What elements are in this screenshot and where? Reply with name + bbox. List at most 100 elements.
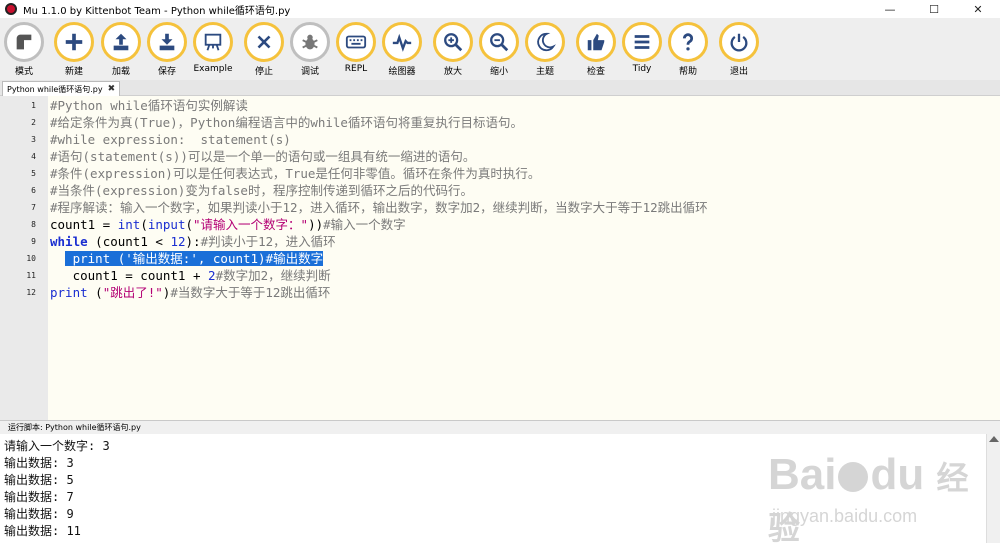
code-line-12: print ("跳出了!")#当数字大于等于12跳出循环 [50, 284, 330, 301]
code-line-11: count1 = count1 + 2#数字加2，继续判断 [50, 267, 331, 284]
code-text: ( [140, 217, 148, 232]
stop-label: 停止 [254, 67, 273, 77]
number-literal: 2 [208, 268, 216, 283]
debug-button[interactable]: 调试 [286, 22, 334, 80]
output-line: 输出数据: 3 [4, 456, 74, 470]
power-icon [719, 22, 759, 62]
theme-button[interactable]: 主题 [521, 22, 569, 80]
output-line: 输出数据: 5 [4, 473, 74, 487]
builtin-print: print [50, 285, 88, 300]
code-line-4: #语句(statement(s))可以是一个单一的语句或一组具有统一缩进的语句。 [50, 148, 475, 165]
toolbar: 模式 新建 加载 保存 Example 停止 调试 REPL 绘图器 放大 缩小… [0, 18, 1000, 80]
maximize-button[interactable]: ☐ [912, 0, 956, 18]
code-line-5: #条件(expression)可以是任何表达式，True是任何非零值。循环在条件… [50, 165, 540, 182]
output-line: 输出数据: 7 [4, 490, 74, 504]
keyboard-icon [336, 22, 376, 62]
comment: #条件(expression)可以是任何表达式，True是任何非零值。循环在条件… [50, 166, 541, 181]
line-number: 6 [31, 186, 36, 195]
comment: #当条件(expression)变为false时，程序控制传递到循环之后的代码行… [50, 183, 473, 198]
tab-python-while[interactable]: Python while循环语句.py ✖ [2, 81, 121, 96]
pulse-icon [382, 22, 422, 62]
load-button[interactable]: 加载 [97, 22, 145, 80]
scroll-up-arrow-icon[interactable] [989, 436, 999, 442]
comment: #判读小于12，进入循环 [200, 234, 336, 249]
save-button[interactable]: 保存 [143, 22, 191, 80]
code-text: count1 = [50, 217, 118, 232]
window-controls: — ☐ ✕ [868, 0, 1000, 18]
bug-icon [290, 22, 330, 62]
window-title: Mu 1.1.0 by Kittenbot Team - Python whil… [23, 5, 291, 17]
builtin-input: input [147, 217, 186, 232]
zoom-out-label: 缩小 [489, 67, 508, 77]
line-number: 9 [31, 237, 36, 246]
question-icon [668, 22, 708, 62]
new-button[interactable]: 新建 [50, 22, 98, 80]
code-line-10: print ('输出数据:', count1)#输出数字 [50, 250, 324, 267]
code-text: ): [185, 234, 201, 249]
help-button[interactable]: 帮助 [664, 22, 712, 80]
line-number: 2 [31, 118, 36, 127]
moon-icon [525, 22, 565, 62]
watermark-url: jingyan.baidu.com [772, 506, 918, 526]
watermark-brand-2: du [870, 450, 925, 499]
code-text: (count1 < [87, 234, 171, 249]
line-number: 1 [31, 101, 36, 110]
code-editor[interactable]: 1 2 3 4 5 6 7 8 9 10 11 12 #Python while… [0, 96, 1000, 420]
quit-button[interactable]: 退出 [715, 22, 763, 80]
presentation-icon [193, 22, 233, 62]
help-label: 帮助 [678, 67, 697, 77]
string-literal: "请输入一个数字：" [193, 217, 309, 232]
watermark-brand: Bai [768, 450, 837, 499]
line-number: 4 [31, 152, 36, 161]
zoom-in-button[interactable]: 放大 [429, 22, 477, 80]
line-number: 12 [26, 288, 36, 297]
minimize-button[interactable]: — [868, 0, 912, 18]
tidy-label: Tidy [632, 64, 652, 74]
close-window-button[interactable]: ✕ [956, 0, 1000, 18]
zoom-in-icon [433, 22, 473, 62]
line-number: 3 [31, 135, 36, 144]
plotter-label: 绘图器 [388, 67, 416, 77]
line-number-gutter: 1 2 3 4 5 6 7 8 9 10 11 12 [0, 96, 48, 420]
code-text: ( [185, 217, 194, 232]
code-line-1: #Python while循环语句实例解读 [50, 97, 248, 114]
title-bar: Mu 1.1.0 by Kittenbot Team - Python whil… [0, 0, 1000, 18]
load-label: 加载 [111, 67, 130, 77]
comment: #while expression: statement(s) [50, 132, 291, 147]
mode-icon [4, 22, 44, 62]
code-text: ( [87, 285, 103, 300]
menu-lines-icon [622, 22, 662, 62]
plus-icon [54, 22, 94, 62]
theme-label: 主题 [535, 67, 554, 77]
comment: #当数字大于等于12跳出循环 [170, 285, 331, 300]
line-number: 7 [31, 203, 36, 212]
save-label: 保存 [157, 67, 176, 77]
new-label: 新建 [64, 67, 83, 77]
repl-button[interactable]: REPL [332, 22, 380, 80]
mu-logo-icon [5, 3, 17, 15]
selected-text: print ('输出数据:', count1)#输出数字 [65, 251, 324, 266]
quit-label: 退出 [729, 67, 748, 77]
code-line-6: #当条件(expression)变为false时，程序控制传递到循环之后的代码行… [50, 182, 473, 199]
code-line-3: #while expression: statement(s) [50, 131, 291, 148]
tab-bar: Python while循环语句.py ✖ [0, 80, 1000, 96]
debug-label: 调试 [300, 67, 319, 77]
tidy-button[interactable]: Tidy [618, 22, 666, 80]
comment: #Python while循环语句实例解读 [50, 98, 248, 113]
example-button[interactable]: Example [189, 22, 237, 80]
zoom-out-button[interactable]: 缩小 [475, 22, 523, 80]
plotter-button[interactable]: 绘图器 [378, 22, 426, 80]
line-number: 5 [31, 169, 36, 178]
line-number: 11 [26, 271, 36, 280]
output-line: 输出数据: 9 [4, 507, 74, 521]
code-line-8: count1 = int(input("请输入一个数字："))#输入一个数字 [50, 216, 406, 233]
check-button[interactable]: 检查 [572, 22, 620, 80]
stop-button[interactable]: 停止 [240, 22, 288, 80]
mode-button[interactable]: 模式 [0, 22, 48, 80]
thumbs-up-icon [576, 22, 616, 62]
line-number: 8 [31, 220, 36, 229]
close-tab-icon[interactable]: ✖ [108, 84, 116, 94]
comment: #语句(statement(s))可以是一个单一的语句或一组具有统一缩进的语句。 [50, 149, 476, 164]
comment: #数字加2，继续判断 [215, 268, 331, 283]
builtin-int: int [117, 217, 141, 232]
